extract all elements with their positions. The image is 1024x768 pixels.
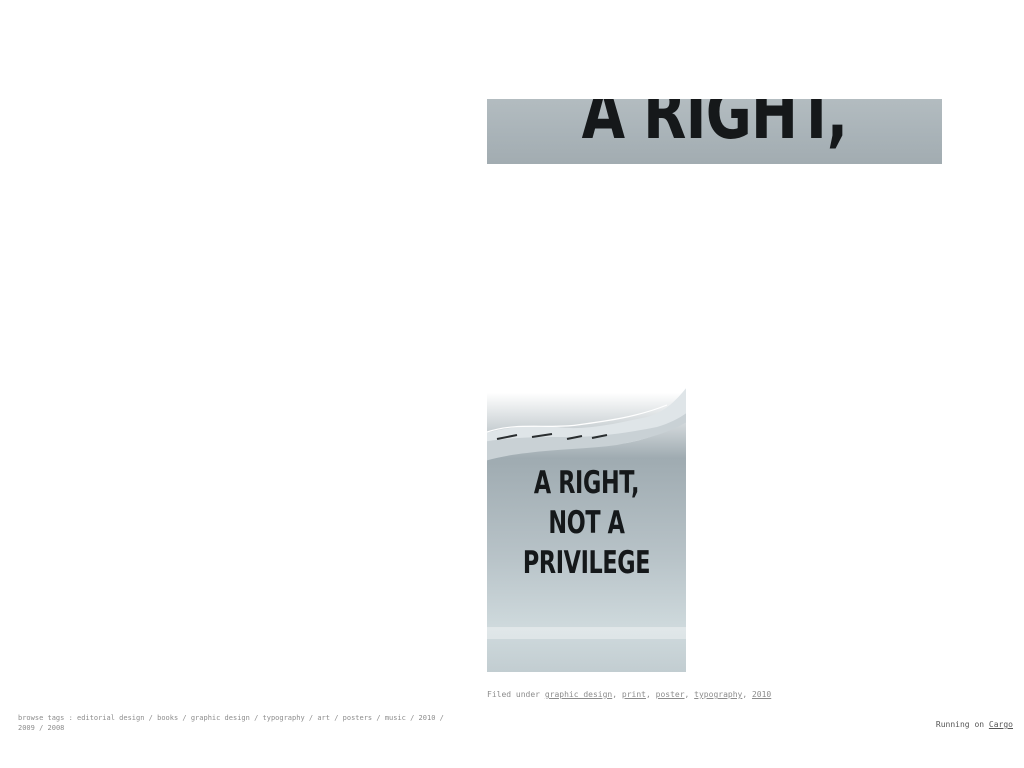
poster-image-top-crop: A RIGHT,	[487, 99, 942, 164]
browse-tag-2009[interactable]: 2009	[18, 724, 35, 732]
tag-separator: /	[254, 714, 259, 722]
running-on-label: Running on	[935, 720, 985, 729]
tag-separator: /	[39, 724, 44, 732]
browse-tag-posters[interactable]: posters	[343, 714, 373, 722]
poster-line-3: PRIVILEGE	[522, 545, 651, 581]
tag-link-poster[interactable]: poster	[656, 690, 685, 699]
filed-under: Filed under graphic design, print, poste…	[487, 690, 772, 699]
cargo-link[interactable]: Cargo	[989, 720, 1013, 729]
tag-separator: /	[308, 714, 314, 722]
tag-separator: /	[439, 714, 444, 722]
browse-tag-music[interactable]: music	[385, 714, 406, 722]
poster-headline-text: A RIGHT,	[581, 99, 848, 155]
tag-link-print[interactable]: print	[622, 690, 646, 699]
filed-under-label: Filed under	[487, 690, 540, 699]
browse-tag-2010[interactable]: 2010	[419, 714, 436, 722]
browse-tag-art[interactable]: art	[317, 714, 330, 722]
poster-line-1: A RIGHT,	[533, 465, 640, 501]
tag-separator: /	[334, 714, 339, 722]
browse-tag-2008[interactable]: 2008	[48, 724, 65, 732]
browse-tag-graphic-design[interactable]: graphic design	[191, 714, 250, 722]
browse-tag-typography[interactable]: typography	[263, 714, 305, 722]
browse-tag-editorial-design[interactable]: editorial design	[77, 714, 144, 722]
tag-link-2010[interactable]: 2010	[752, 690, 771, 699]
project-page: A RIGHT, A RIGHT, NOT A PRIVILEGE Filed …	[0, 0, 1024, 768]
poster-image-underwater: A RIGHT, NOT A PRIVILEGE	[487, 387, 686, 672]
tag-separator: /	[410, 714, 415, 722]
water-surface-graphic	[487, 388, 686, 461]
browse-tags: browse tags : editorial design / books /…	[18, 713, 448, 733]
tag-separator: /	[148, 714, 153, 722]
tag-link-graphic-design[interactable]: graphic design	[545, 690, 612, 699]
browse-tags-label: browse tags :	[18, 714, 73, 722]
tag-link-typography[interactable]: typography	[694, 690, 742, 699]
tag-separator: /	[182, 714, 187, 722]
tag-separator: /	[376, 714, 381, 722]
light-reflection	[487, 627, 686, 639]
browse-tag-books[interactable]: books	[157, 714, 178, 722]
poster-line-2: NOT A	[548, 505, 625, 541]
running-on-cargo: Running on Cargo	[936, 720, 1013, 729]
